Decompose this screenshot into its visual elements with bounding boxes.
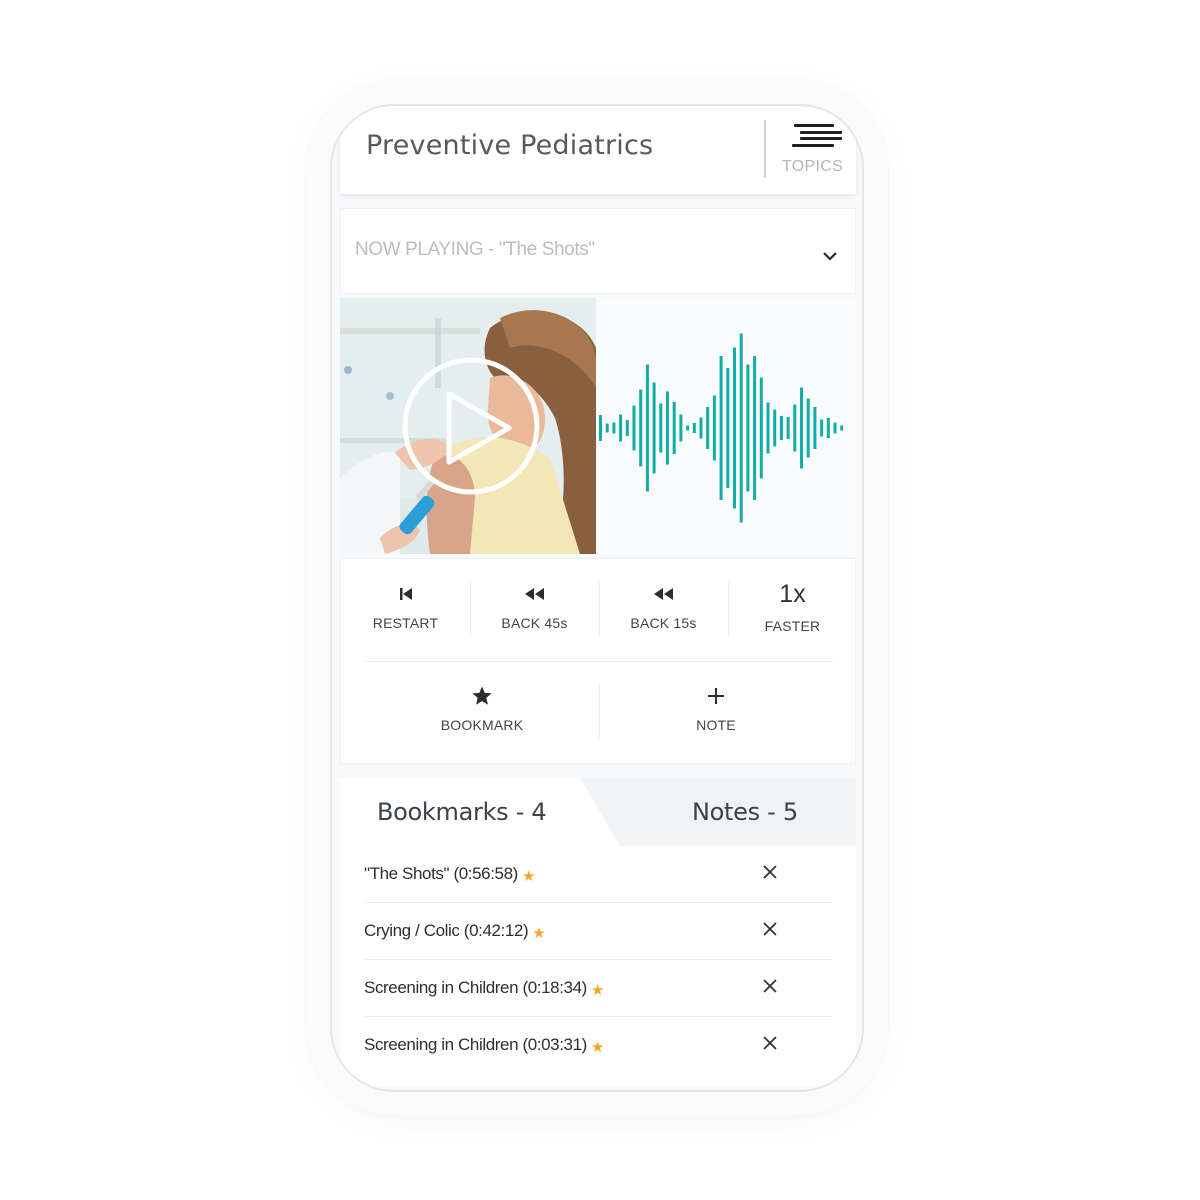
app-title: Preventive Pediatrics — [366, 130, 654, 161]
bookmark-link[interactable]: "The Shots" (0:56:58) ★ — [364, 864, 535, 885]
now-playing-text: NOW PLAYING - "The Shots" — [355, 239, 595, 260]
waveform-bar — [773, 409, 777, 447]
star-icon: ★ — [590, 1039, 604, 1056]
bookmark-list: "The Shots" (0:56:58) ★ Crying / Colic (0… — [340, 846, 856, 1086]
waveform-bar — [733, 347, 736, 509]
waveform-bar — [739, 333, 743, 523]
waveform-bar — [605, 423, 609, 433]
app-header: Preventive Pediatrics TOPICS — [340, 106, 856, 194]
tab-bar: Bookmarks - 4 Notes - 5 — [340, 778, 856, 846]
restart-label: RESTART — [372, 615, 439, 631]
waveform-bar — [712, 395, 716, 461]
waveform-bar — [659, 403, 663, 453]
waveform-bar — [612, 422, 616, 434]
bookmark-title: Crying / Colic (0:42:12) — [364, 921, 529, 940]
waveform-bar — [632, 405, 636, 451]
bookmark-button[interactable]: BOOKMARK — [365, 683, 599, 747]
faster-button[interactable]: 1x FASTER — [728, 581, 857, 643]
star-icon: ★ — [532, 925, 546, 942]
waveform-bar — [820, 419, 824, 437]
now-playing-dropdown[interactable]: NOW PLAYING - "The Shots" — [340, 208, 856, 294]
close-icon[interactable] — [760, 919, 780, 939]
close-icon[interactable] — [760, 976, 780, 996]
list-item: Screening in Children (0:03:31) ★ — [364, 1017, 832, 1074]
restart-button[interactable]: RESTART — [341, 581, 470, 643]
waveform-bar — [686, 425, 690, 431]
phone-screen: Preventive Pediatrics TOPICS NOW PLAYING… — [330, 104, 864, 1092]
list-item: Screening in Children (0:18:34) ★ — [364, 960, 832, 1017]
waveform-bar — [726, 368, 730, 488]
media-area — [340, 298, 856, 554]
waveform-bar — [779, 416, 783, 440]
back-45-label: BACK 45s — [501, 615, 568, 631]
note-button[interactable]: NOTE — [599, 683, 833, 747]
video-thumbnail[interactable] — [340, 298, 596, 554]
back-45-button[interactable]: BACK 45s — [470, 581, 599, 643]
waveform-bar — [719, 356, 723, 500]
note-label: NOTE — [696, 717, 736, 733]
waveform-bar — [652, 382, 656, 474]
player-controls: RESTART BACK 45s BACK 15s 1x FASTER BOOK… — [340, 558, 856, 764]
controls-divider — [365, 661, 833, 662]
rewind-icon — [653, 588, 673, 600]
star-icon: ★ — [590, 982, 604, 999]
star-icon — [472, 686, 492, 705]
speed-value: 1x — [779, 580, 806, 608]
play-circle-icon[interactable] — [401, 356, 541, 496]
close-icon[interactable] — [760, 1033, 780, 1053]
waveform-bar — [599, 415, 602, 441]
back-15-label: BACK 15s — [630, 615, 697, 631]
waveform-bar — [786, 417, 790, 439]
waveform-bar — [793, 404, 797, 452]
menu-lines-icon — [786, 124, 842, 150]
list-item: "The Shots" (0:56:58) ★ — [364, 846, 832, 903]
bookmark-title: "The Shots" (0:56:58) — [364, 864, 518, 883]
waveform-bar — [706, 407, 710, 449]
bookmark-link[interactable]: Screening in Children (0:03:31) ★ — [364, 1035, 604, 1056]
back-15-button[interactable]: BACK 15s — [599, 581, 728, 643]
tab-bookmarks-label: Bookmarks - 4 — [377, 798, 547, 826]
tab-notes-label: Notes - 5 — [692, 798, 798, 826]
waveform-bar — [813, 407, 817, 449]
skip-back-icon — [399, 588, 412, 600]
waveform-bar — [759, 377, 763, 479]
waveform-bar — [826, 418, 830, 438]
tab-notes[interactable]: Notes - 5 — [620, 778, 856, 846]
waveform-bar — [840, 425, 844, 431]
list-item: Crying / Colic (0:42:12) ★ — [364, 903, 832, 960]
waveform-bar — [625, 420, 629, 436]
plus-icon — [708, 688, 724, 704]
waveform-bar — [679, 414, 683, 442]
waveform-bar — [753, 356, 757, 500]
waveform-bar — [800, 387, 803, 469]
waveform-bar — [833, 422, 837, 434]
waveform-bar — [672, 402, 676, 454]
close-icon[interactable] — [760, 862, 780, 882]
waveform-bar — [806, 398, 810, 458]
waveform-bar — [692, 423, 696, 433]
bookmark-title: Screening in Children (0:18:34) — [364, 978, 587, 997]
bookmark-title: Screening in Children (0:03:31) — [364, 1035, 587, 1054]
header-divider — [764, 120, 766, 178]
waveform-bar — [699, 417, 703, 439]
waveform-bar — [666, 391, 669, 465]
rewind-icon — [524, 588, 544, 600]
bookmark-label: BOOKMARK — [440, 717, 524, 733]
tab-bookmarks[interactable]: Bookmarks - 4 — [340, 778, 620, 846]
star-icon: ★ — [521, 868, 535, 885]
waveform-bar — [645, 364, 649, 492]
waveform-bar — [746, 364, 750, 492]
bookmark-link[interactable]: Screening in Children (0:18:34) ★ — [364, 978, 604, 999]
topics-button[interactable]: TOPICS — [774, 120, 852, 182]
bookmark-link[interactable]: Crying / Colic (0:42:12) ★ — [364, 921, 546, 942]
waveform-bar — [766, 402, 770, 454]
audio-waveform — [599, 333, 844, 523]
chevron-down-icon — [823, 252, 837, 261]
faster-label: FASTER — [764, 618, 821, 634]
waveform-bar — [639, 389, 643, 467]
waveform-bar — [619, 414, 623, 442]
topics-label: TOPICS — [782, 158, 844, 175]
